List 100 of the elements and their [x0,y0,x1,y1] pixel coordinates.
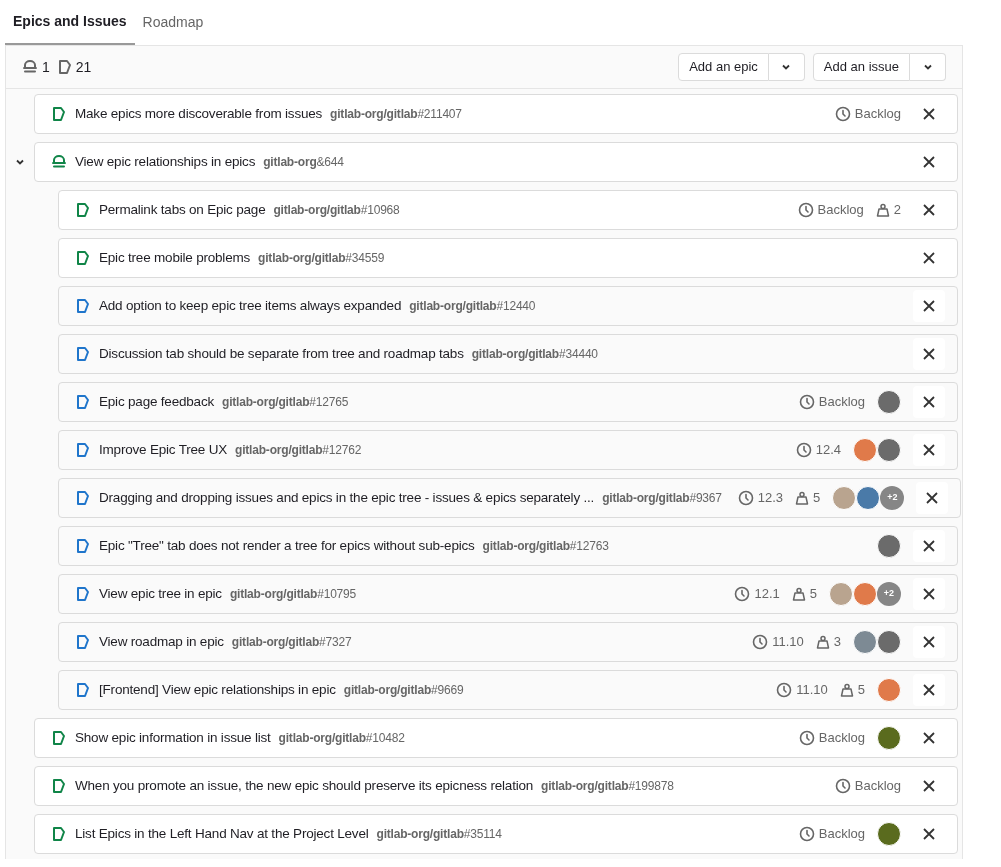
clock-icon [798,730,815,746]
tree-item[interactable]: List Epics in the Left Hand Nav at the Project Level gitlab-org/gitlab#35114 Backlog [34,814,958,854]
issue-icon [76,250,90,266]
remove-button[interactable] [913,674,945,706]
milestone-label: Backlog [818,393,865,412]
item-reference: gitlab-org/gitlab#211407 [330,106,462,123]
item-title[interactable]: List Epics in the Left Hand Nav at the Project Level [75,823,369,845]
avatar[interactable] [877,390,901,414]
issue-icon [76,298,90,314]
chevron-icon [781,62,792,72]
tree-item[interactable]: Permalink tabs on Epic page gitlab-org/gitlab#10968 Backlog 2 [58,190,958,230]
clock-icon [798,826,815,842]
item-title[interactable]: Dragging and dropping issues and epics in the epic tree - issues & epics separately ... [99,487,595,509]
avatar[interactable] [853,582,877,606]
weight-value: 2 [893,201,901,220]
tree-item[interactable]: Improve Epic Tree UX gitlab-org/gitlab#12762 12.4 [58,430,958,470]
item-title[interactable]: Add option to keep epic tree items always expanded [99,295,402,317]
epic-icon [51,154,67,170]
tab[interactable]: Roadmap [134,0,212,45]
weight-value: 3 [833,633,841,652]
dropdown-toggle[interactable] [910,53,946,81]
weight-icon [795,491,810,505]
item-reference: gitlab-org/gitlab#12440 [409,298,536,315]
remove-button[interactable] [913,530,945,562]
avatar[interactable] [853,438,877,462]
item-title[interactable]: View epic relationships in epics [75,151,256,173]
close-icon [923,156,935,168]
milestone-label: 11.10 [796,681,828,700]
tree-item[interactable]: Make epics more discoverable from issues gitlab-org/gitlab#211407 Backlog [34,94,958,134]
remove-button[interactable] [913,386,945,418]
item-reference: gitlab-org/gitlab#12763 [482,538,609,555]
item-title[interactable]: View roadmap in epic [99,631,224,653]
close-icon [923,300,935,312]
item-title[interactable]: [Frontend] View epic relationships in epic [99,679,336,701]
remove-button[interactable] [913,434,945,466]
remove-button[interactable] [916,482,949,514]
issue-icon [76,586,90,602]
avatar[interactable] [856,486,881,510]
issue-icon [76,538,90,554]
more-avatars-count[interactable]: +2 [877,582,901,606]
weight-icon [875,203,890,217]
avatar[interactable] [877,678,901,702]
item-title[interactable]: Epic page feedback [99,391,214,413]
add-button[interactable]: Add an issue [812,53,910,81]
avatar[interactable] [877,438,901,462]
close-icon [923,204,935,216]
weight-icon [815,635,830,649]
tree-item[interactable]: When you promote an issue, the new epic should preserve its epicness relation gitlab-org/gitlab#199878 Backlog [34,766,958,806]
issue-icon [76,202,90,218]
avatar[interactable] [853,630,877,654]
weight-icon [791,587,806,601]
avatar[interactable] [877,630,901,654]
weight-icon [839,683,854,697]
tree-item[interactable]: Dragging and dropping issues and epics in the epic tree - issues & epics separately ... gitlab-org/gitlab#9367 12.3 5 +2 [58,478,962,518]
remove-button[interactable] [913,626,945,658]
issue-icon [76,442,90,458]
tree-item[interactable]: Add option to keep epic tree items always expanded gitlab-org/gitlab#12440 [58,286,958,326]
item-reference: gitlab-org/gitlab#35114 [376,826,502,843]
milestone-label: Backlog [854,777,901,796]
more-avatars-count[interactable]: +2 [880,486,905,510]
item-title[interactable]: Discussion tab should be separate from tree and roadmap tabs [99,343,464,365]
close-icon [923,684,935,696]
tree-item[interactable]: Epic page feedback gitlab-org/gitlab#12765 Backlog [58,382,958,422]
item-reference: gitlab-org/gitlab#9669 [343,682,464,699]
dropdown-toggle[interactable] [768,53,805,81]
item-title[interactable]: Show epic information in issue list [75,727,271,749]
item-title[interactable]: Improve Epic Tree UX [99,439,228,461]
add-button[interactable]: Add an epic [678,53,769,81]
issue-icon [52,730,66,746]
tree-item[interactable]: Discussion tab should be separate from tree and roadmap tabs gitlab-org/gitlab#34440 [58,334,958,374]
item-title[interactable]: Permalink tabs on Epic page [99,199,266,221]
item-title[interactable]: Make epics more discoverable from issues [75,103,323,125]
epic-count: 1 [42,57,50,77]
close-icon [923,540,935,552]
epic-icon [22,59,38,75]
remove-button[interactable] [913,290,945,322]
close-icon [923,588,935,600]
item-reference: gitlab-org/gitlab#7327 [231,634,352,651]
remove-button[interactable] [913,578,945,610]
milestone-label: Backlog [817,201,864,220]
issue-icon [52,106,66,122]
avatar[interactable] [877,726,901,750]
tree-item[interactable]: View epic tree in epic gitlab-org/gitlab#10795 12.1 5 +2 [58,574,958,614]
tree-item[interactable]: View epic relationships in epics gitlab-org&644 [34,142,958,182]
avatar[interactable] [877,534,901,558]
avatar[interactable] [877,822,901,846]
item-title[interactable]: View epic tree in epic [99,583,222,605]
item-reference: gitlab-org/gitlab#34559 [258,250,385,267]
tree-item[interactable]: Epic "Tree" tab does not render a tree for epics without sub-epics gitlab-org/gitlab#12763 [58,526,958,566]
issue-icon [76,490,90,506]
item-title[interactable]: When you promote an issue, the new epic should preserve its epicness relation [75,775,534,797]
close-icon [923,444,935,456]
tree-item[interactable]: Show epic information in issue list gitlab-org/gitlab#10482 Backlog [34,718,958,758]
item-title[interactable]: Epic tree mobile problems [99,247,251,269]
item-title[interactable]: Epic "Tree" tab does not render a tree for epics without sub-epics [99,535,475,557]
remove-button[interactable] [913,338,945,370]
tree-item[interactable]: [Frontend] View epic relationships in epic gitlab-org/gitlab#9669 11.10 5 [58,670,958,710]
tree-item[interactable]: View roadmap in epic gitlab-org/gitlab#7327 11.10 3 [58,622,958,662]
tree-item[interactable]: Epic tree mobile problems gitlab-org/gitlab#34559 [58,238,958,278]
clock-icon [737,490,754,506]
